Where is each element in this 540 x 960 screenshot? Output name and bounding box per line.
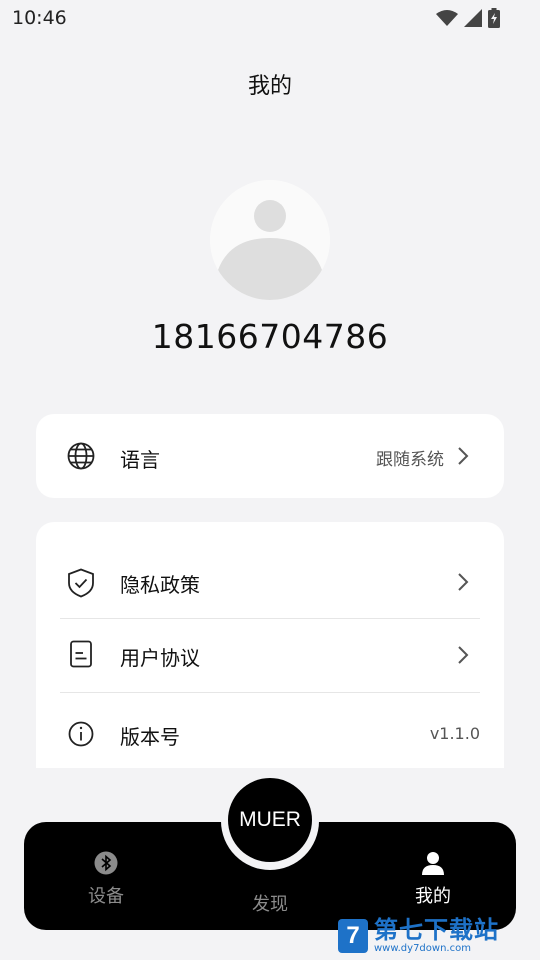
nav-center-label: MUER bbox=[239, 808, 301, 831]
chevron-right-icon bbox=[458, 646, 469, 664]
language-label: 语言 bbox=[120, 448, 160, 472]
language-card: 语言 跟随系统 bbox=[36, 414, 504, 498]
user-icon bbox=[422, 852, 444, 875]
status-icons bbox=[436, 7, 500, 29]
bluetooth-icon bbox=[94, 851, 118, 875]
nav-label-mine: 我的 bbox=[415, 886, 451, 907]
globe-icon bbox=[66, 441, 96, 471]
shield-check-icon bbox=[66, 568, 96, 598]
info-icon bbox=[66, 719, 96, 749]
document-icon bbox=[66, 639, 96, 669]
user-agreement-label: 用户协议 bbox=[120, 646, 200, 670]
version-label: 版本号 bbox=[120, 725, 180, 749]
user-agreement-row[interactable]: 用户协议 bbox=[36, 619, 504, 692]
watermark-url: www.dy7down.com bbox=[374, 943, 471, 954]
watermark-logo-icon: 7 bbox=[338, 919, 368, 953]
nav-label-discover: 发现 bbox=[252, 894, 288, 915]
watermark-text: 第七下载站 www.dy7down.com bbox=[374, 917, 499, 955]
nav-item-discover[interactable]: 发现 bbox=[240, 890, 300, 916]
privacy-policy-label: 隐私政策 bbox=[120, 573, 200, 597]
battery-charging-icon bbox=[488, 8, 500, 28]
signal-icon bbox=[464, 9, 482, 27]
version-row: 版本号 v1.1.0 bbox=[36, 693, 504, 768]
phone-number: 18166704786 bbox=[151, 317, 389, 356]
language-value: 跟随系统 bbox=[376, 450, 444, 470]
privacy-policy-row[interactable]: 隐私政策 bbox=[36, 546, 504, 618]
wifi-icon bbox=[436, 10, 458, 26]
language-row[interactable]: 语言 跟随系统 bbox=[36, 414, 504, 498]
nav-label-devices: 设备 bbox=[88, 886, 124, 907]
status-time: 10:46 bbox=[12, 7, 67, 29]
avatar[interactable] bbox=[210, 180, 330, 300]
default-avatar-icon bbox=[210, 180, 330, 300]
watermark-name: 第七下载站 bbox=[374, 916, 499, 944]
version-value: v1.1.0 bbox=[429, 724, 480, 743]
page-title: 我的 bbox=[247, 74, 292, 99]
nav-item-devices[interactable]: 设备 bbox=[76, 850, 136, 908]
watermark: 7 第七下载站 www.dy7down.com bbox=[338, 914, 534, 958]
nav-item-mine[interactable]: 我的 bbox=[403, 850, 463, 908]
nav-center-button[interactable]: MUER bbox=[228, 778, 312, 862]
chevron-right-icon bbox=[458, 573, 469, 591]
chevron-right-icon bbox=[458, 447, 469, 465]
settings-card: 隐私政策 用户协议 版本号 v1.1.0 bbox=[36, 522, 504, 768]
status-bar: 10:46 bbox=[0, 0, 540, 36]
